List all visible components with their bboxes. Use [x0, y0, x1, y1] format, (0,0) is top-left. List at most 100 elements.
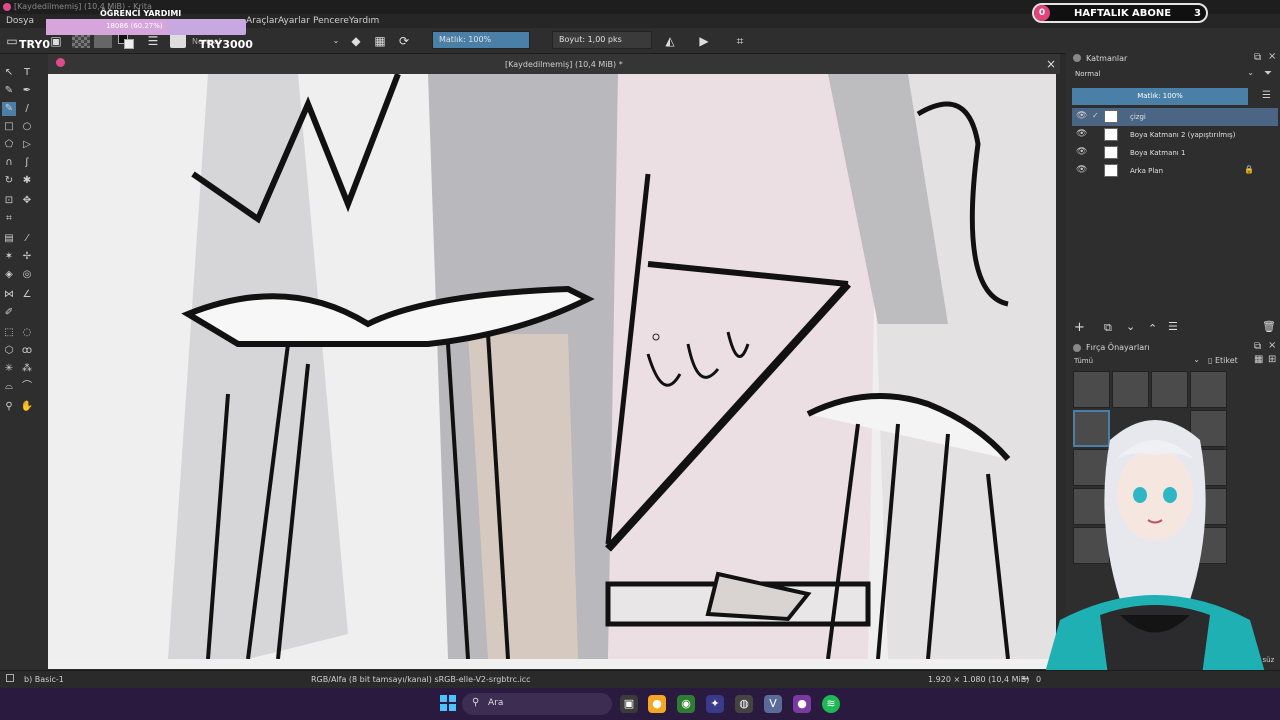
magnetic-select-icon[interactable]: ⌒: [20, 380, 34, 394]
float-docker-icon[interactable]: ⧉: [1254, 52, 1261, 63]
pan-tool-icon[interactable]: ✋: [20, 400, 34, 414]
new-document-icon[interactable]: ▭: [4, 33, 20, 49]
vtube-studio-icon[interactable]: V: [764, 695, 782, 713]
multibrush-icon[interactable]: ✱: [20, 174, 34, 188]
layer-row-cizgi[interactable]: 👁 ✓ çizgi: [1072, 108, 1278, 126]
assistant-icon[interactable]: ⋈: [2, 288, 16, 302]
background-color-icon[interactable]: [124, 39, 134, 49]
text-tool-icon[interactable]: T: [20, 66, 34, 80]
mirror-horizontal-icon[interactable]: ◭: [662, 33, 678, 49]
bezier-select-icon[interactable]: ⌓: [2, 380, 16, 394]
drawing-canvas[interactable]: [48, 74, 1056, 659]
reference-images-icon[interactable]: ✐: [2, 306, 16, 320]
spotify-icon[interactable]: ≋: [822, 695, 840, 713]
contiguous-select-icon[interactable]: ✳: [2, 362, 16, 376]
opacity-slider[interactable]: Matlık: 100%: [432, 31, 530, 49]
menu-window[interactable]: Pencere: [313, 16, 349, 26]
visibility-eye-icon[interactable]: 👁: [1076, 165, 1087, 175]
preserve-alpha-icon[interactable]: ▦: [372, 33, 388, 49]
lock-icon[interactable]: 🔒: [1244, 165, 1254, 174]
filter-layers-icon[interactable]: ⏷: [1264, 68, 1272, 79]
windows-start-icon[interactable]: [440, 695, 456, 711]
krita-icon[interactable]: ●: [793, 695, 811, 713]
layer-check-icon[interactable]: ✓: [1092, 111, 1099, 120]
add-layer-icon[interactable]: +: [1074, 320, 1085, 335]
crop-tool-icon[interactable]: ⌗: [2, 212, 16, 226]
polygon-tool-icon[interactable]: ⬠: [2, 138, 16, 152]
menu-settings[interactable]: Ayarlar: [278, 16, 310, 26]
zoom-level[interactable]: 0: [1036, 675, 1041, 684]
layer-opacity-slider[interactable]: Matlık: 100%: [1072, 88, 1248, 105]
float-brush-docker-icon[interactable]: ⧉: [1254, 341, 1261, 352]
wrap-around-icon[interactable]: ⌗: [732, 33, 748, 49]
menu-file[interactable]: Dosya: [6, 16, 34, 26]
layer-row-arka-plan[interactable]: 👁 Arka Plan 🔒: [1072, 162, 1278, 180]
blend-mode-chevron-down-icon[interactable]: ⌄: [328, 33, 344, 49]
freehand-brush-icon[interactable]: ✎: [2, 102, 16, 116]
measure-tool-icon[interactable]: ∠: [20, 288, 34, 302]
rectangle-tool-icon[interactable]: □: [2, 120, 16, 134]
delete-layer-icon[interactable]: 🗑: [1262, 320, 1276, 333]
task-view-icon[interactable]: ▣: [620, 695, 638, 713]
taskbar-search[interactable]: Ara: [462, 693, 612, 715]
eraser-icon[interactable]: ◆: [348, 33, 364, 49]
layer-menu-icon[interactable]: ☰: [1262, 90, 1271, 101]
close-brush-docker-icon[interactable]: ×: [1268, 340, 1276, 351]
freehand-select-icon[interactable]: ꝏ: [20, 344, 34, 358]
brush-presets-icon[interactable]: ☰: [145, 33, 161, 49]
transform-tool-icon[interactable]: ⊡: [2, 194, 16, 208]
line-tool-icon[interactable]: /: [20, 102, 34, 116]
zoom-arrows-icon[interactable]: ↔: [1022, 674, 1029, 683]
move-layer-down-icon[interactable]: ⌄: [1126, 320, 1135, 333]
freehand-path-icon[interactable]: ʃ: [20, 156, 34, 170]
zoom-tool-icon[interactable]: ⚲: [2, 400, 16, 414]
app-icon[interactable]: ✦: [706, 695, 724, 713]
brush-view-icon[interactable]: ▦: [1254, 354, 1263, 365]
move-layer-up-icon[interactable]: ⌃: [1148, 322, 1157, 335]
layer-row-boya-1[interactable]: 👁 Boya Katmanı 1: [1072, 144, 1278, 162]
menu-help[interactable]: Yardım: [349, 16, 379, 26]
colorize-mask-icon[interactable]: ◎: [20, 268, 34, 282]
visibility-eye-icon[interactable]: 👁: [1076, 129, 1087, 139]
move-tool-icon[interactable]: ✥: [20, 194, 34, 208]
layer-properties-icon[interactable]: ☰: [1168, 320, 1178, 333]
rect-select-icon[interactable]: ⬚: [2, 326, 16, 340]
assistant-tool-icon[interactable]: ✢: [20, 250, 34, 264]
ellipse-select-icon[interactable]: ◌: [20, 326, 34, 340]
select-shapes-icon[interactable]: ↖: [2, 66, 16, 80]
gradient-swatch-icon[interactable]: [94, 34, 112, 48]
brush-size-slider[interactable]: Boyut: 1,00 pks: [552, 31, 652, 49]
layer-row-boya-2[interactable]: 👁 Boya Katmanı 2 (yapıştırılmış): [1072, 126, 1278, 144]
bezier-tool-icon[interactable]: ∩: [2, 156, 16, 170]
edit-shapes-icon[interactable]: ✎: [2, 84, 16, 98]
visibility-eye-icon[interactable]: 👁: [1076, 111, 1087, 121]
reload-preset-icon[interactable]: ⟳: [396, 33, 412, 49]
mirror-vertical-icon[interactable]: ▶: [696, 33, 712, 49]
duplicate-layer-icon[interactable]: ⧉: [1104, 321, 1112, 335]
polygon-select-icon[interactable]: ⬡: [2, 344, 16, 358]
menu-tools[interactable]: Araçlar: [246, 16, 278, 26]
browser-app-icon[interactable]: ●: [648, 695, 666, 713]
weekly-sub-count: 3: [1194, 8, 1201, 19]
visibility-eye-icon[interactable]: 👁: [1076, 147, 1087, 157]
smart-patch-icon[interactable]: ✶: [2, 250, 16, 264]
fill-tool-icon[interactable]: ◈: [2, 268, 16, 282]
polyline-tool-icon[interactable]: ▷: [20, 138, 34, 152]
color-picker-icon[interactable]: ⁄: [20, 232, 34, 246]
gradient-tool-icon[interactable]: ▤: [2, 232, 16, 246]
save-icon[interactable]: ▣: [48, 33, 64, 49]
chrome-icon[interactable]: ◉: [677, 695, 695, 713]
brush-view-grid-icon[interactable]: ⊞: [1268, 354, 1276, 365]
close-document-icon[interactable]: ×: [1046, 57, 1056, 71]
obs-icon[interactable]: ◍: [735, 695, 753, 713]
dynamic-brush-icon[interactable]: ↻: [2, 174, 16, 188]
calligraphy-icon[interactable]: ✒: [20, 84, 34, 98]
pattern-swatch-icon[interactable]: [72, 34, 90, 48]
canvas-scroll-area[interactable]: [48, 659, 1060, 669]
similar-select-icon[interactable]: ⁂: [20, 362, 34, 376]
layer-blend-select[interactable]: Normal ⌄: [1072, 68, 1258, 82]
tag-button[interactable]: ▯ Etiket: [1208, 356, 1238, 365]
brush-filter-select[interactable]: Tümü ⌄: [1072, 355, 1202, 368]
close-docker-icon[interactable]: ×: [1268, 51, 1276, 62]
ellipse-tool-icon[interactable]: ○: [20, 120, 34, 134]
